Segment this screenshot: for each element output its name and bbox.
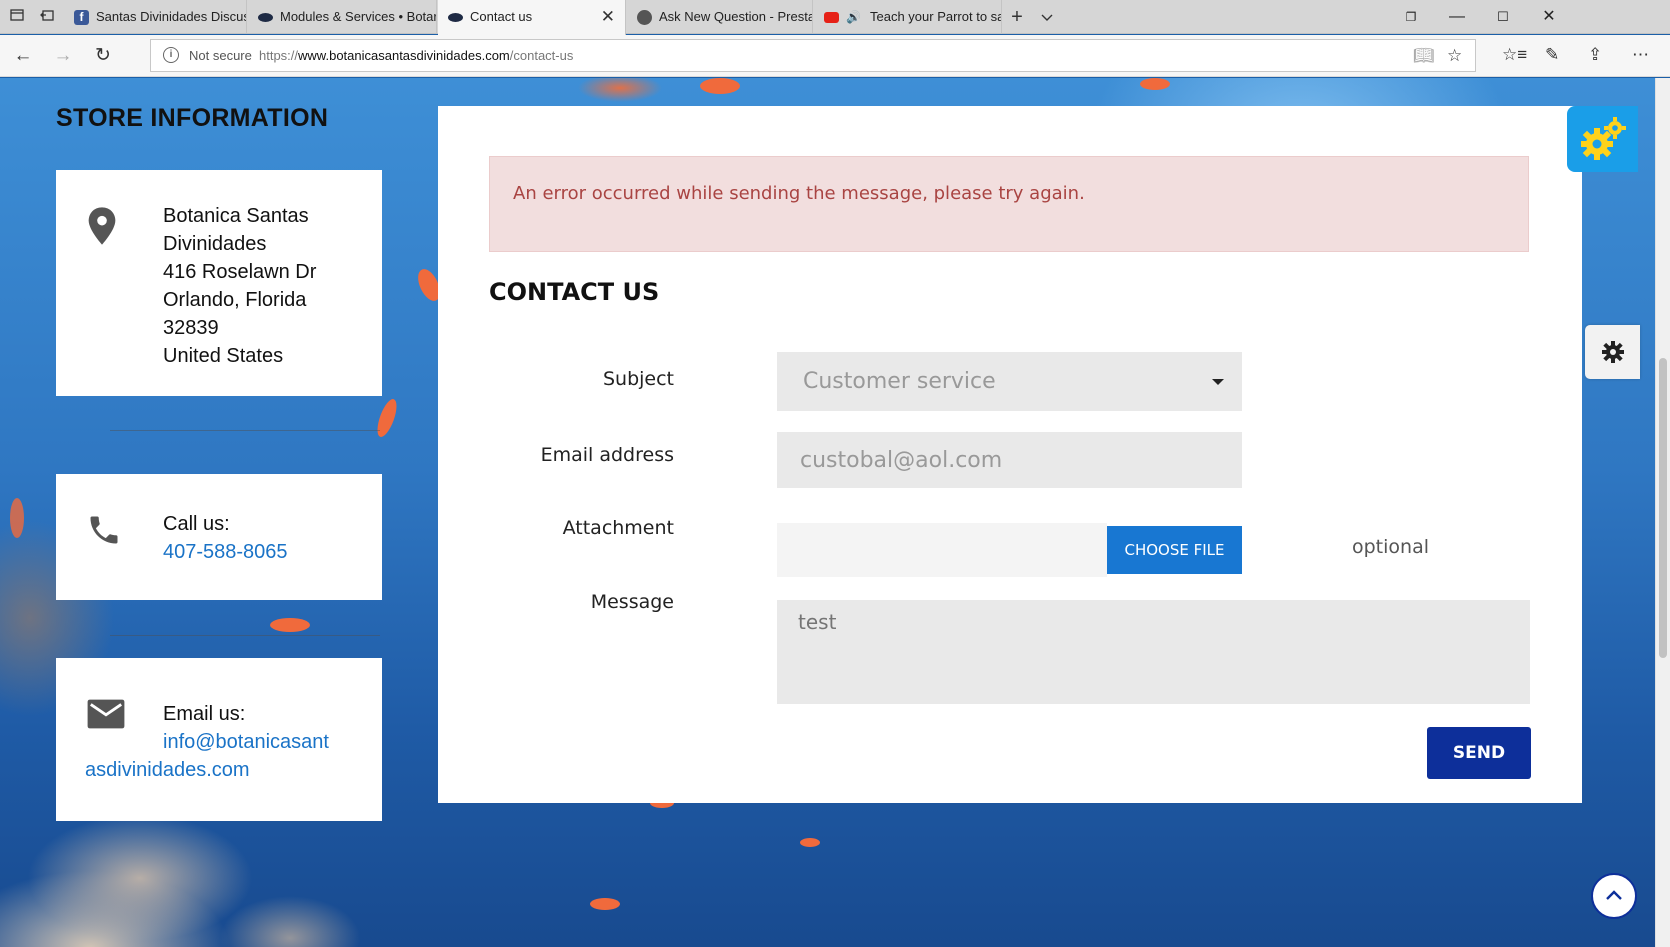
envelope-icon — [87, 699, 125, 729]
email-address-label: Email address — [540, 444, 674, 466]
refresh-icon[interactable]: ↻ — [90, 44, 116, 68]
reading-view-icon[interactable]: 📖︎ — [1413, 44, 1435, 68]
page-content: STORE INFORMATION Botanica Santas Divini… — [0, 78, 1655, 947]
maximize-icon[interactable]: ☐ — [1480, 0, 1526, 34]
url-input[interactable]: i Not secure https://www.botanicasantasd… — [150, 39, 1476, 72]
share-icon[interactable]: ⇪ — [1588, 43, 1602, 67]
caret-down-icon — [1212, 379, 1224, 385]
background-fish — [800, 838, 820, 847]
error-message: An error occurred while sending the mess… — [513, 183, 1085, 204]
more-menu-icon[interactable]: ⋯ — [1632, 43, 1649, 67]
divider — [110, 635, 380, 636]
background-fish — [10, 498, 24, 538]
location-pin-icon — [88, 207, 116, 245]
tab-label: Santas Divinidades Discussi — [96, 9, 247, 24]
gear-icon — [1602, 341, 1624, 363]
facebook-icon: f — [74, 10, 89, 25]
background-fish — [590, 898, 620, 910]
call-us-label: Call us: — [163, 513, 230, 535]
page-scrollbar[interactable] — [1655, 78, 1670, 947]
url-text[interactable]: https://www.botanicasantasdivinidades.co… — [259, 40, 573, 71]
store-address: Botanica Santas Divinidades 416 Roselawn… — [163, 202, 316, 370]
address-line: United States — [163, 345, 284, 367]
chevron-up-icon — [1606, 890, 1622, 900]
message-textarea[interactable] — [777, 600, 1530, 704]
store-info-title: STORE INFORMATION — [56, 104, 329, 132]
choose-file-button[interactable]: CHOOSE FILE — [1107, 526, 1242, 574]
tab-label: Modules & Services • Botar — [280, 9, 437, 24]
restore-window-icon[interactable]: ❐ — [1388, 0, 1434, 34]
tab-label: Teach your Parrot to sa — [870, 9, 1002, 24]
optional-hint: optional — [1352, 536, 1430, 558]
email-link-continued[interactable]: asdivinidades.com — [85, 756, 250, 784]
subject-label: Subject — [602, 368, 674, 390]
divider — [110, 430, 380, 431]
send-button[interactable]: SEND — [1427, 727, 1531, 779]
tab-label: Contact us — [470, 9, 533, 24]
tab-ask-new-question[interactable]: Ask New Question - PrestaS — [627, 0, 813, 34]
address-line: Orlando, Florida — [163, 289, 307, 311]
close-window-icon[interactable]: ✕ — [1526, 0, 1572, 34]
settings-button[interactable] — [1585, 325, 1640, 379]
info-icon[interactable]: i — [163, 47, 179, 63]
subject-select[interactable]: Customer service — [777, 352, 1242, 411]
prestashop-icon — [637, 10, 652, 25]
minimize-icon[interactable]: — — [1434, 0, 1480, 34]
tab-preview-chevron-icon[interactable] — [1036, 6, 1058, 28]
email-info: Email us: info@botanicasant — [163, 700, 329, 756]
scrollbar-thumb[interactable] — [1659, 358, 1667, 658]
attachment-label: Attachment — [562, 517, 674, 539]
pen-notes-icon[interactable]: ✎ — [1545, 43, 1559, 67]
forward-arrow-icon[interactable]: → — [50, 44, 76, 68]
back-to-top-button[interactable] — [1591, 873, 1637, 919]
tab-santas-divinidades[interactable]: f Santas Divinidades Discussi — [64, 0, 247, 34]
subject-value: Customer service — [803, 369, 996, 394]
browser-tab-bar: f Santas Divinidades Discussi Modules & … — [0, 0, 1670, 35]
phone-link[interactable]: 407-588-8065 — [163, 538, 288, 566]
phone-icon — [90, 516, 118, 544]
set-tabs-aside-icon[interactable] — [36, 6, 58, 28]
message-label: Message — [590, 591, 674, 613]
tab-teach-parrot[interactable]: 🔊 Teach your Parrot to sa — [814, 0, 1002, 34]
back-arrow-icon[interactable]: ← — [10, 44, 36, 68]
site-logo-icon — [258, 13, 273, 22]
tab-contact-us[interactable]: Contact us ✕ — [438, 0, 626, 35]
phone-card: Call us: 407-588-8065 — [56, 474, 382, 600]
background-fish — [373, 396, 401, 440]
address-card: Botanica Santas Divinidades 416 Roselawn… — [56, 170, 382, 396]
site-logo-icon — [448, 13, 463, 22]
file-name-display[interactable] — [777, 523, 1107, 577]
contact-us-title: CONTACT US — [489, 278, 660, 306]
security-label: Not secure — [189, 48, 252, 63]
email-field[interactable] — [777, 432, 1242, 488]
tab-manager-icon[interactable] — [6, 6, 28, 28]
browser-address-bar: ← → ↻ i Not secure https://www.botanicas… — [0, 35, 1670, 77]
favorite-star-icon[interactable]: ☆ — [1447, 44, 1462, 68]
phone-info: Call us: 407-588-8065 — [163, 510, 288, 566]
favorites-list-icon[interactable]: ☆≡ — [1502, 43, 1527, 67]
email-card: Email us: info@botanicasant asdivinidade… — [56, 658, 382, 821]
contact-panel: An error occurred while sending the mess… — [438, 106, 1582, 803]
background-fish — [1140, 78, 1170, 90]
address-line: 32839 — [163, 317, 219, 339]
theme-customizer-button[interactable] — [1567, 106, 1638, 172]
close-tab-icon[interactable]: ✕ — [601, 0, 615, 34]
address-line: Divinidades — [163, 233, 267, 255]
new-tab-icon[interactable]: + — [1006, 6, 1028, 28]
audio-playing-icon[interactable]: 🔊 — [846, 0, 861, 34]
youtube-icon — [824, 12, 839, 23]
gears-icon — [1581, 117, 1626, 160]
address-line: Botanica Santas — [163, 205, 309, 227]
email-link[interactable]: info@botanicasant — [163, 728, 329, 756]
address-line: 416 Roselawn Dr — [163, 261, 317, 283]
email-us-label: Email us: — [163, 703, 246, 725]
tab-modules-services[interactable]: Modules & Services • Botar — [248, 0, 437, 34]
background-fish — [270, 618, 310, 632]
error-alert: An error occurred while sending the mess… — [489, 156, 1529, 252]
background-fish — [700, 78, 740, 94]
tab-label: Ask New Question - PrestaS — [659, 9, 813, 24]
